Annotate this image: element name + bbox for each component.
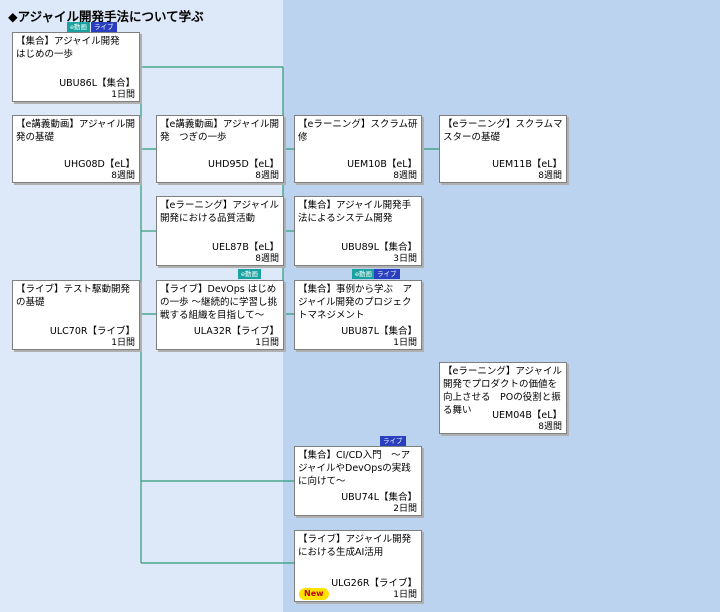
- course-duration: 3日間: [393, 254, 417, 264]
- e-video-badge: e動画: [352, 269, 375, 279]
- course-card-uem04b[interactable]: 【eラーニング】アジャイル開発でプロダクトの価値を向上させる POの役割と振る舞…: [439, 362, 567, 434]
- course-card-ubu87l[interactable]: 【集合】事例から学ぶ アジャイル開発のプロジェクトマネジメント UBU87L【集…: [294, 280, 422, 350]
- course-title: 【集合】CI/CD入門 ～アジャイルやDevOpsの実践に向けて～: [298, 450, 411, 487]
- course-duration: 8週間: [255, 171, 279, 181]
- new-badge: New: [299, 588, 329, 600]
- course-title: 【eラーニング】スクラムマスターの基礎: [443, 119, 563, 143]
- course-card-uel87b[interactable]: 【eラーニング】アジャイル開発における品質活動 UEL87B【eL】 8週間: [156, 196, 284, 266]
- course-duration: 1日間: [111, 90, 135, 100]
- course-duration: 1日間: [393, 338, 417, 348]
- course-title: 【集合】アジャイル開発手法によるシステム開発: [298, 200, 412, 224]
- course-card-ula32r[interactable]: 【ライブ】DevOps はじめの一歩 ～継続的に学習し挑戦する組織を目指して～ …: [156, 280, 284, 350]
- course-card-ubu74l[interactable]: 【集合】CI/CD入門 ～アジャイルやDevOpsの実践に向けて～ UBU74L…: [294, 446, 422, 516]
- course-card-uhg08d[interactable]: 【e講義動画】アジャイル開発の基礎 UHG08D【eL】 8週間: [12, 115, 140, 183]
- course-duration: 8週間: [111, 171, 135, 181]
- live-badge: ライブ: [380, 436, 406, 446]
- course-title: 【e講義動画】アジャイル開発 つぎの一歩: [160, 119, 279, 143]
- course-duration: 2日間: [393, 504, 417, 514]
- e-video-badge: e動画: [67, 22, 90, 32]
- course-duration: 8週間: [255, 254, 279, 264]
- course-duration: 1日間: [255, 338, 279, 348]
- course-duration: 8週間: [538, 171, 562, 181]
- course-card-ulg26r[interactable]: 【ライブ】アジャイル開発における生成AI活用 ULG26R【ライブ】 1日間 N…: [294, 530, 422, 602]
- course-card-ulc70r[interactable]: 【ライブ】テスト駆動開発の基礎 ULC70R【ライブ】 1日間: [12, 280, 140, 350]
- course-title: 【集合】アジャイル開発 はじめの一歩: [16, 36, 130, 60]
- live-badge: ライブ: [91, 22, 117, 32]
- course-title: 【eラーニング】スクラム研修: [298, 119, 418, 143]
- course-duration: 8週間: [538, 422, 562, 432]
- course-title: 【e講義動画】アジャイル開発の基礎: [16, 119, 135, 143]
- course-duration: 1日間: [111, 338, 135, 348]
- course-duration: 1日間: [393, 590, 417, 600]
- course-duration: 8週間: [393, 171, 417, 181]
- course-title: 【集合】事例から学ぶ アジャイル開発のプロジェクトマネジメント: [298, 284, 413, 321]
- course-title: 【ライブ】テスト駆動開発の基礎: [16, 284, 131, 308]
- course-card-ubu89l[interactable]: 【集合】アジャイル開発手法によるシステム開発 UBU89L【集合】 3日間: [294, 196, 422, 266]
- course-card-uem11b[interactable]: 【eラーニング】スクラムマスターの基礎 UEM11B【eL】 8週間: [439, 115, 567, 183]
- e-video-badge: e動画: [238, 269, 261, 279]
- course-card-uhd95d[interactable]: 【e講義動画】アジャイル開発 つぎの一歩 UHD95D【eL】 8週間: [156, 115, 284, 183]
- course-card-ubu86l[interactable]: 【集合】アジャイル開発 はじめの一歩 UBU86L【集合】 1日間: [12, 32, 140, 102]
- live-badge: ライブ: [374, 269, 400, 279]
- course-title: 【ライブ】DevOps はじめの一歩 ～継続的に学習し挑戦する組織を目指して～: [160, 284, 278, 321]
- course-card-uem10b[interactable]: 【eラーニング】スクラム研修 UEM10B【eL】 8週間: [294, 115, 422, 183]
- course-title: 【ライブ】アジャイル開発における生成AI活用: [298, 534, 412, 558]
- course-title: 【eラーニング】アジャイル開発における品質活動: [160, 200, 279, 224]
